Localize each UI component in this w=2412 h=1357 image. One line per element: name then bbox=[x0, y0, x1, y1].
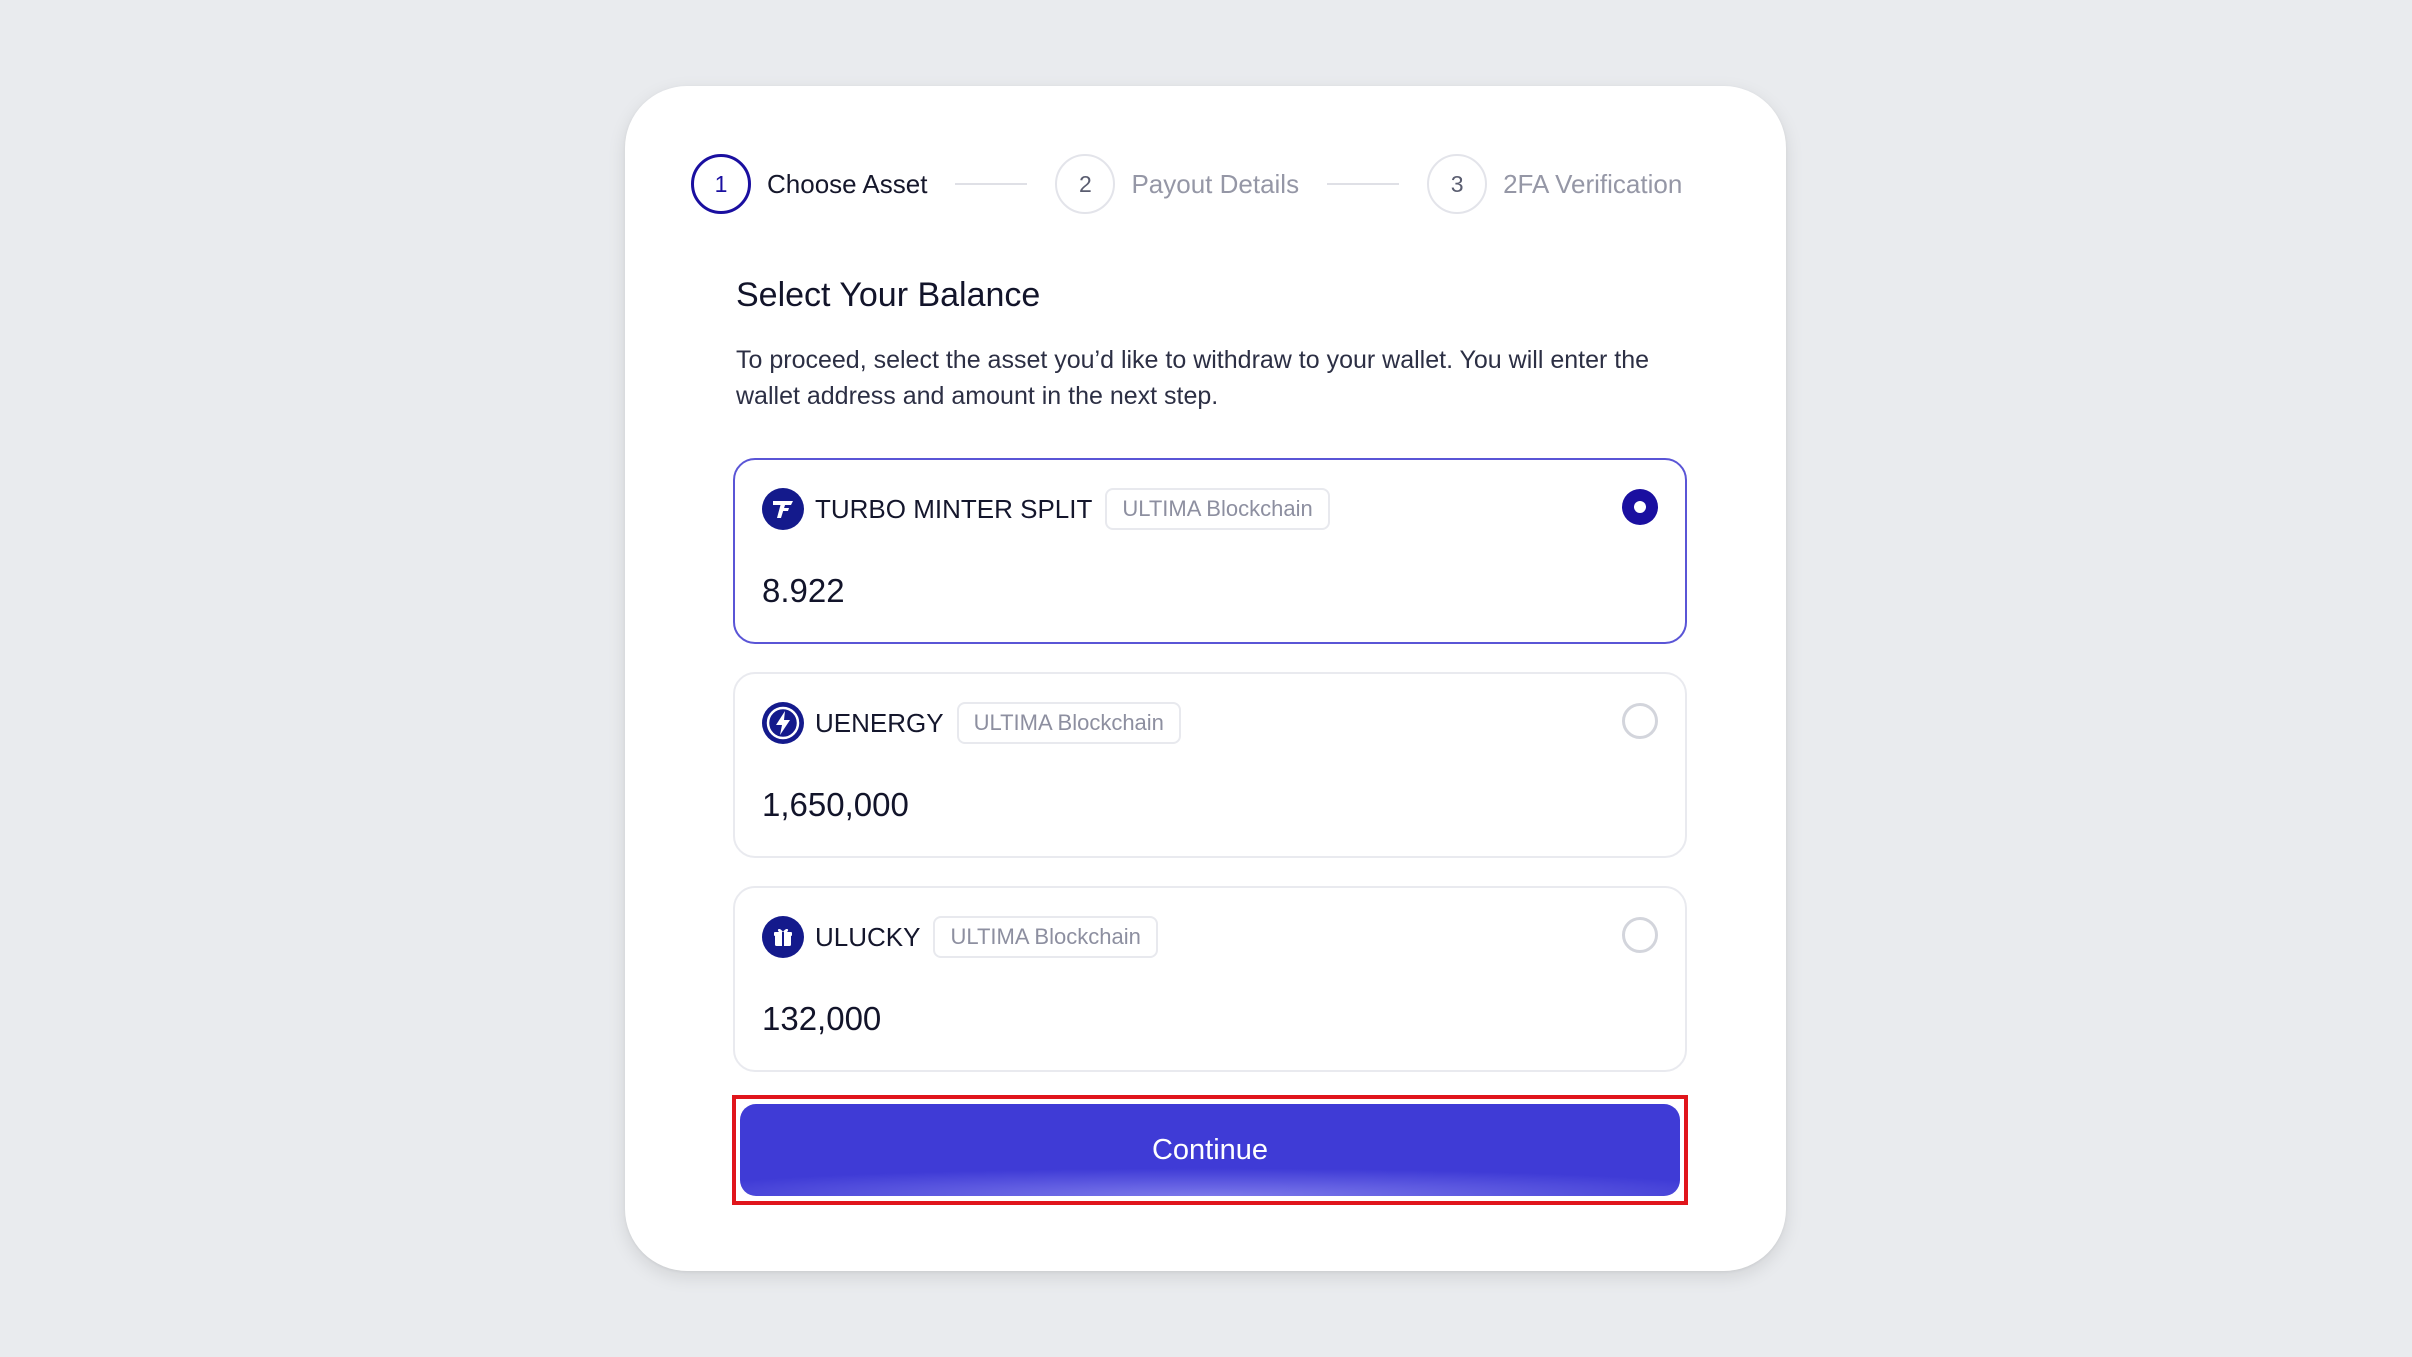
asset-option-turbo-minter-split[interactable]: TURBO MINTER SPLIT ULTIMA Blockchain 8.9… bbox=[733, 458, 1687, 644]
asset-header: ULUCKY ULTIMA Blockchain bbox=[762, 914, 1158, 960]
page-title: Select Your Balance bbox=[736, 276, 1041, 314]
asset-radio[interactable] bbox=[1622, 489, 1658, 525]
step-payout-details[interactable]: 2 Payout Details bbox=[1055, 154, 1299, 214]
asset-list: TURBO MINTER SPLIT ULTIMA Blockchain 8.9… bbox=[733, 458, 1687, 1100]
step-connector bbox=[1327, 183, 1400, 185]
turbo-logo-icon bbox=[762, 488, 804, 530]
step-number: 1 bbox=[691, 154, 751, 214]
step-connector bbox=[955, 183, 1028, 185]
gift-icon bbox=[762, 916, 804, 958]
stepper: 1 Choose Asset 2 Payout Details 3 2FA Ve… bbox=[691, 152, 1730, 216]
page-description: To proceed, select the asset you’d like … bbox=[736, 346, 1650, 410]
withdraw-card: 1 Choose Asset 2 Payout Details 3 2FA Ve… bbox=[625, 86, 1786, 1271]
chain-badge: ULTIMA Blockchain bbox=[933, 916, 1158, 958]
step-number: 3 bbox=[1427, 154, 1488, 214]
chain-badge: ULTIMA Blockchain bbox=[1105, 488, 1330, 530]
asset-header: TURBO MINTER SPLIT ULTIMA Blockchain bbox=[762, 486, 1330, 532]
asset-name: UENERGY bbox=[815, 707, 944, 738]
step-label: 2FA Verification bbox=[1503, 168, 1683, 199]
asset-name: ULUCKY bbox=[815, 921, 921, 952]
asset-balance: 132,000 bbox=[762, 1000, 882, 1037]
step-2fa-verification[interactable]: 3 2FA Verification bbox=[1427, 154, 1682, 214]
step-choose-asset[interactable]: 1 Choose Asset bbox=[691, 154, 927, 214]
asset-option-ulucky[interactable]: ULUCKY ULTIMA Blockchain 132,000 bbox=[733, 886, 1687, 1072]
asset-balance: 1,650,000 bbox=[762, 786, 909, 823]
lightning-icon bbox=[762, 702, 804, 744]
asset-name: TURBO MINTER SPLIT bbox=[815, 493, 1093, 524]
asset-header: UENERGY ULTIMA Blockchain bbox=[762, 700, 1181, 746]
asset-option-uenergy[interactable]: UENERGY ULTIMA Blockchain 1,650,000 bbox=[733, 672, 1687, 858]
continue-button[interactable]: Continue bbox=[740, 1104, 1680, 1196]
step-label: Choose Asset bbox=[767, 168, 928, 199]
step-label: Payout Details bbox=[1131, 168, 1300, 199]
asset-radio[interactable] bbox=[1622, 917, 1658, 953]
chain-badge: ULTIMA Blockchain bbox=[956, 702, 1181, 744]
step-number: 2 bbox=[1055, 154, 1116, 214]
asset-radio[interactable] bbox=[1622, 703, 1658, 739]
asset-balance: 8.922 bbox=[762, 572, 845, 609]
continue-highlight: Continue bbox=[732, 1095, 1688, 1205]
